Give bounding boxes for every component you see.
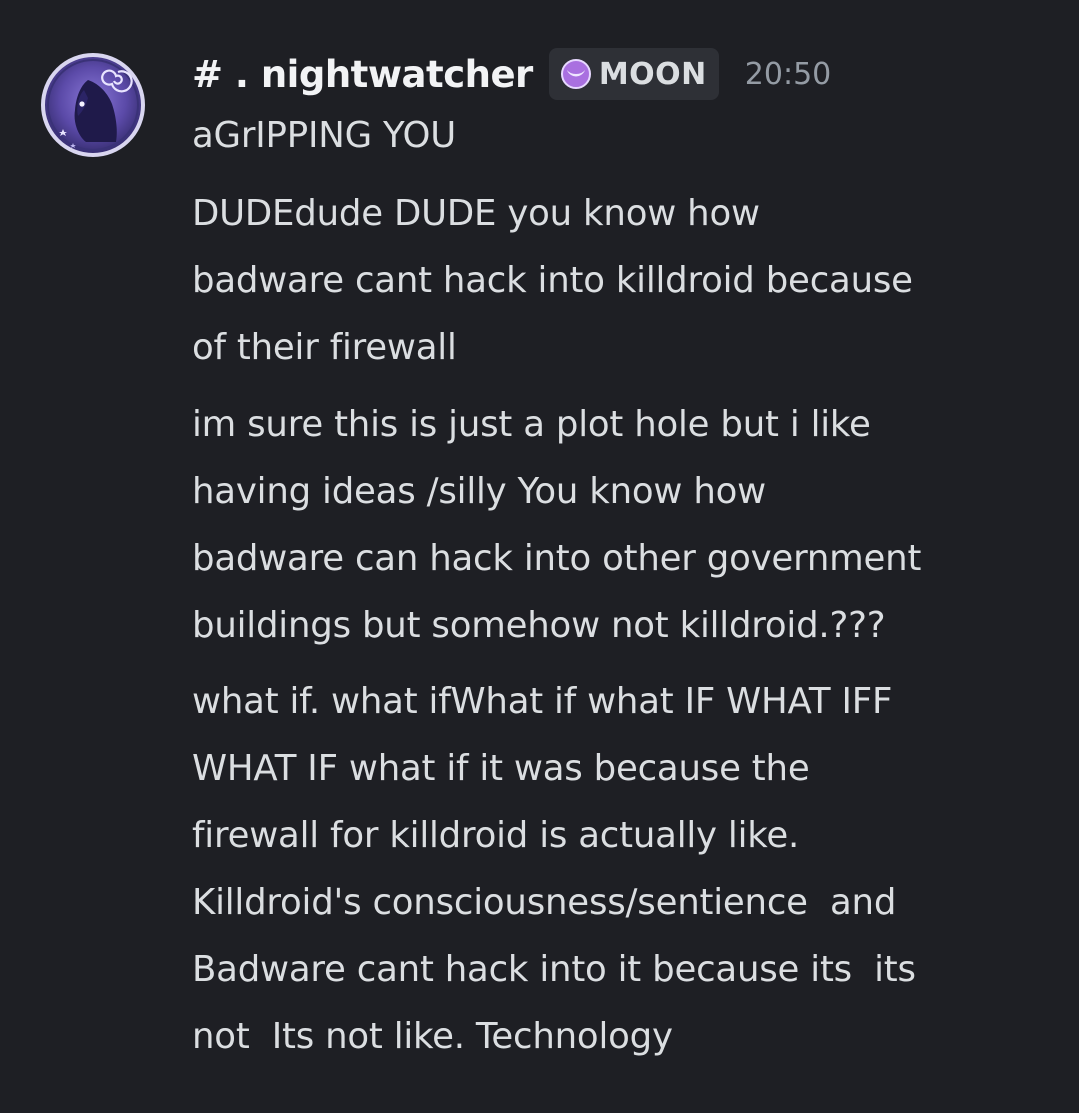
chat-message-group: # . nightwatcher MOON 20:50 aGrIPPING YO… [0, 0, 1079, 1113]
role-tag-label: MOON [598, 56, 707, 92]
message-line: badware can hack into other government [192, 538, 922, 579]
message-line: buildings but somehow not killdroid.??? [192, 605, 886, 646]
message-line: badware cant hack into killdroid because [192, 260, 913, 301]
crescent-moon-icon [560, 59, 591, 89]
message-line: firewall for killdroid is actually like. [192, 815, 800, 856]
message-line: WHAT IF what if it was because the [192, 748, 810, 789]
username[interactable]: # . nightwatcher [192, 53, 533, 96]
message-line: im sure this is just a plot hole but i l… [192, 404, 871, 445]
message-header: # . nightwatcher MOON 20:50 [192, 46, 831, 102]
message-line: aGrIPPING YOU [192, 115, 457, 156]
message-line: having ideas /silly You know how [192, 471, 766, 512]
message-line: what if. what ifWhat if what IF WHAT IFF [192, 681, 893, 722]
message-line: DUDEdude DUDE you know how [192, 193, 760, 234]
message-line: Killdroid's consciousness/sentience and [192, 882, 897, 923]
user-avatar[interactable] [38, 50, 148, 160]
message-line: of their firewall [192, 327, 457, 368]
message-line: Badware cant hack into it because its it… [192, 949, 916, 990]
role-tag[interactable]: MOON [548, 48, 719, 100]
message-line: not Its not like. Technology [192, 1016, 673, 1057]
avatar-image [41, 53, 145, 157]
timestamp[interactable]: 20:50 [745, 57, 831, 92]
